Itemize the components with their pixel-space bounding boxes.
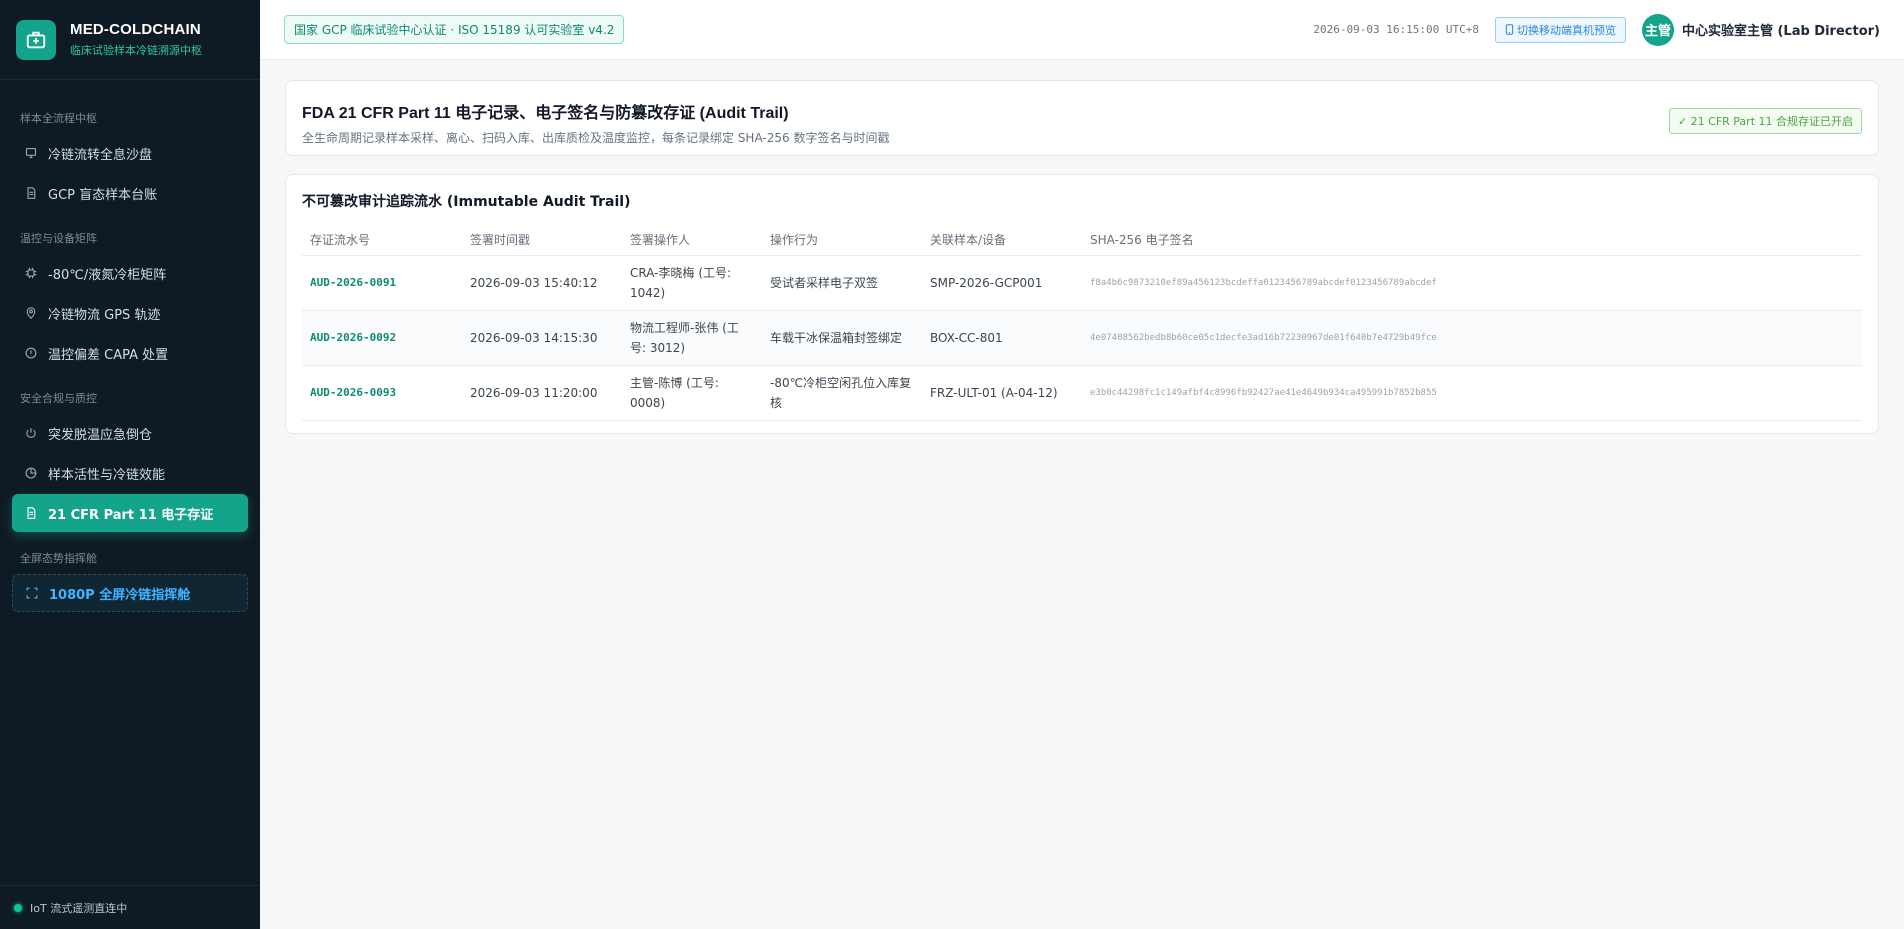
compliance-status-badge: ✓ 21 CFR Part 11 合规存证已开启	[1668, 108, 1862, 134]
column-header: 存证流水号	[302, 225, 462, 256]
column-header: 签署时间戳	[462, 225, 622, 256]
record-ref: FRZ-ULT-01 (A-04-12)	[922, 365, 1082, 421]
brand-subtitle: 临床试验样本冷链溯源中枢	[70, 44, 202, 57]
column-header: 操作行为	[762, 225, 922, 256]
sidebar-item-cfr-part11[interactable]: 21 CFR Part 11 电子存证	[12, 494, 248, 532]
mobile-preview-label: 切换移动端真机预览	[1516, 23, 1616, 37]
section-title: 不可篡改审计追踪流水 (Immutable Audit Trail)	[302, 194, 631, 210]
iot-status-text: IoT 流式遥测直连中	[30, 901, 128, 915]
sidebar-item-label: 冷链流转全息沙盘	[48, 147, 153, 163]
record-timestamp: 2026-09-03 14:15:30	[462, 310, 622, 366]
nav-group-label: 样本全流程中枢	[20, 112, 97, 125]
sidebar-item-emergency-transfer[interactable]: 突发脱温应急倒仓	[12, 414, 248, 452]
page-subtitle: 全生命周期记录样本采样、离心、扫码入库、出库质检及温度监控，每条记录绑定 SHA…	[302, 131, 890, 145]
record-operator: 物流工程师-张伟 (工号: 3012)	[622, 310, 762, 366]
fullscreen-icon	[25, 586, 39, 600]
sidebar-item-label: 21 CFR Part 11 电子存证	[48, 507, 214, 523]
table-row[interactable]: AUD-2026-0093 2026-09-03 11:20:00 主管-陈博 …	[302, 365, 1862, 421]
sidebar-item-freezer-matrix[interactable]: -80℃/液氮冷柜矩阵	[12, 254, 248, 292]
audit-trail-card: 不可篡改审计追踪流水 (Immutable Audit Trail) 存证流水号…	[285, 174, 1879, 434]
brand: MED-COLDCHAIN 临床试验样本冷链溯源中枢	[0, 0, 260, 80]
nav-group-label: 安全合规与质控	[20, 392, 97, 405]
column-header: 关联样本/设备	[922, 225, 1082, 256]
column-header: 签署操作人	[622, 225, 762, 256]
brand-title: MED-COLDCHAIN	[70, 21, 201, 38]
location-icon	[24, 306, 38, 320]
user-name[interactable]: 中心实验室主管 (Lab Director)	[1682, 20, 1880, 39]
sidebar-item-label: 冷链物流 GPS 轨迹	[48, 307, 161, 323]
current-datetime: 2026-09-03 16:15:00 UTC+8	[1313, 23, 1479, 36]
top-header: 国家 GCP 临床试验中心认证 · ISO 15189 认可实验室 v4.2 2…	[260, 0, 1904, 60]
pie-chart-icon	[24, 466, 38, 480]
document-icon	[24, 506, 38, 520]
record-action: 受试者采样电子双签	[762, 255, 922, 311]
column-header: SHA-256 电子签名	[1082, 225, 1862, 256]
record-hash: 4e07408562bedb8b60ce05c1decfe3ad16b72230…	[1082, 310, 1862, 366]
record-operator: CRA-李晓梅 (工号: 1042)	[622, 255, 762, 311]
record-timestamp: 2026-09-03 15:40:12	[462, 255, 622, 311]
sidebar-item-sample-efficiency[interactable]: 样本活性与冷链效能	[12, 454, 248, 492]
record-operator: 主管-陈博 (工号: 0008)	[622, 365, 762, 421]
status-dot-icon	[14, 903, 22, 912]
table-row[interactable]: AUD-2026-0092 2026-09-03 14:15:30 物流工程师-…	[302, 310, 1862, 366]
record-action: -80℃冷柜空闲孔位入库复核	[762, 365, 922, 421]
sidebar-item-capa[interactable]: 温控偏差 CAPA 处置	[12, 334, 248, 372]
page-header-card: FDA 21 CFR Part 11 电子记录、电子签名与防篡改存证 (Audi…	[285, 80, 1879, 156]
table-header-row: 存证流水号 签署时间戳 签署操作人 操作行为 关联样本/设备 SHA-256 电…	[302, 225, 1862, 256]
nav-group-label: 全屏态势指挥舱	[20, 552, 97, 565]
record-ref: BOX-CC-801	[922, 310, 1082, 366]
avatar[interactable]: 主管	[1641, 13, 1674, 46]
audit-table: 存证流水号 签署时间戳 签署操作人 操作行为 关联样本/设备 SHA-256 电…	[302, 225, 1862, 421]
record-hash: f8a4b6c9873210ef89a456123bcdeffa01234567…	[1082, 255, 1862, 311]
certification-badge: 国家 GCP 临床试验中心认证 · ISO 15189 认可实验室 v4.2	[284, 15, 625, 44]
record-id: AUD-2026-0093	[302, 365, 462, 421]
medical-kit-icon	[16, 19, 56, 60]
warning-icon	[24, 346, 38, 360]
mobile-phone-icon	[1505, 24, 1514, 35]
iot-status: IoT 流式遥测直连中	[0, 885, 260, 929]
sidebar-item-label: GCP 盲态样本台账	[48, 187, 158, 203]
record-id: AUD-2026-0092	[302, 310, 462, 366]
sidebar-nav: 样本全流程中枢 冷链流转全息沙盘 GCP 盲态样本台账 温控与设备矩阵 -80℃…	[0, 80, 260, 612]
table-row[interactable]: AUD-2026-0091 2026-09-03 15:40:12 CRA-李晓…	[302, 255, 1862, 311]
sidebar: MED-COLDCHAIN 临床试验样本冷链溯源中枢 样本全流程中枢 冷链流转全…	[0, 0, 260, 929]
record-hash: e3b0c44298fc1c149afbf4c8996fb92427ae41e4…	[1082, 365, 1862, 421]
sidebar-item-label: 样本活性与冷链效能	[48, 467, 166, 483]
sidebar-item-gps-track[interactable]: 冷链物流 GPS 轨迹	[12, 294, 248, 332]
document-icon	[24, 186, 38, 200]
record-timestamp: 2026-09-03 11:20:00	[462, 365, 622, 421]
mobile-preview-button[interactable]: 切换移动端真机预览	[1494, 16, 1626, 43]
sidebar-item-gcp-ledger[interactable]: GCP 盲态样本台账	[12, 174, 248, 212]
sidebar-item-coldchain-sandbox[interactable]: 冷链流转全息沙盘	[12, 134, 248, 172]
sidebar-item-fullscreen-command[interactable]: 1080P 全屏冷链指挥舱	[12, 574, 248, 612]
power-icon	[24, 426, 38, 440]
sidebar-item-label: 1080P 全屏冷链指挥舱	[49, 587, 191, 603]
monitor-icon	[24, 146, 38, 160]
chip-icon	[24, 266, 38, 280]
header-right: 2026-09-03 16:15:00 UTC+8 切换移动端真机预览 主管 中…	[1313, 13, 1880, 46]
sidebar-item-label: 温控偏差 CAPA 处置	[48, 347, 169, 363]
sidebar-item-label: -80℃/液氮冷柜矩阵	[48, 267, 167, 283]
sidebar-item-label: 突发脱温应急倒仓	[48, 427, 153, 443]
record-ref: SMP-2026-GCP001	[922, 255, 1082, 311]
record-action: 车载干冰保温箱封签绑定	[762, 310, 922, 366]
nav-group-label: 温控与设备矩阵	[20, 232, 97, 245]
record-id: AUD-2026-0091	[302, 255, 462, 311]
page-title: FDA 21 CFR Part 11 电子记录、电子签名与防篡改存证 (Audi…	[302, 105, 789, 122]
